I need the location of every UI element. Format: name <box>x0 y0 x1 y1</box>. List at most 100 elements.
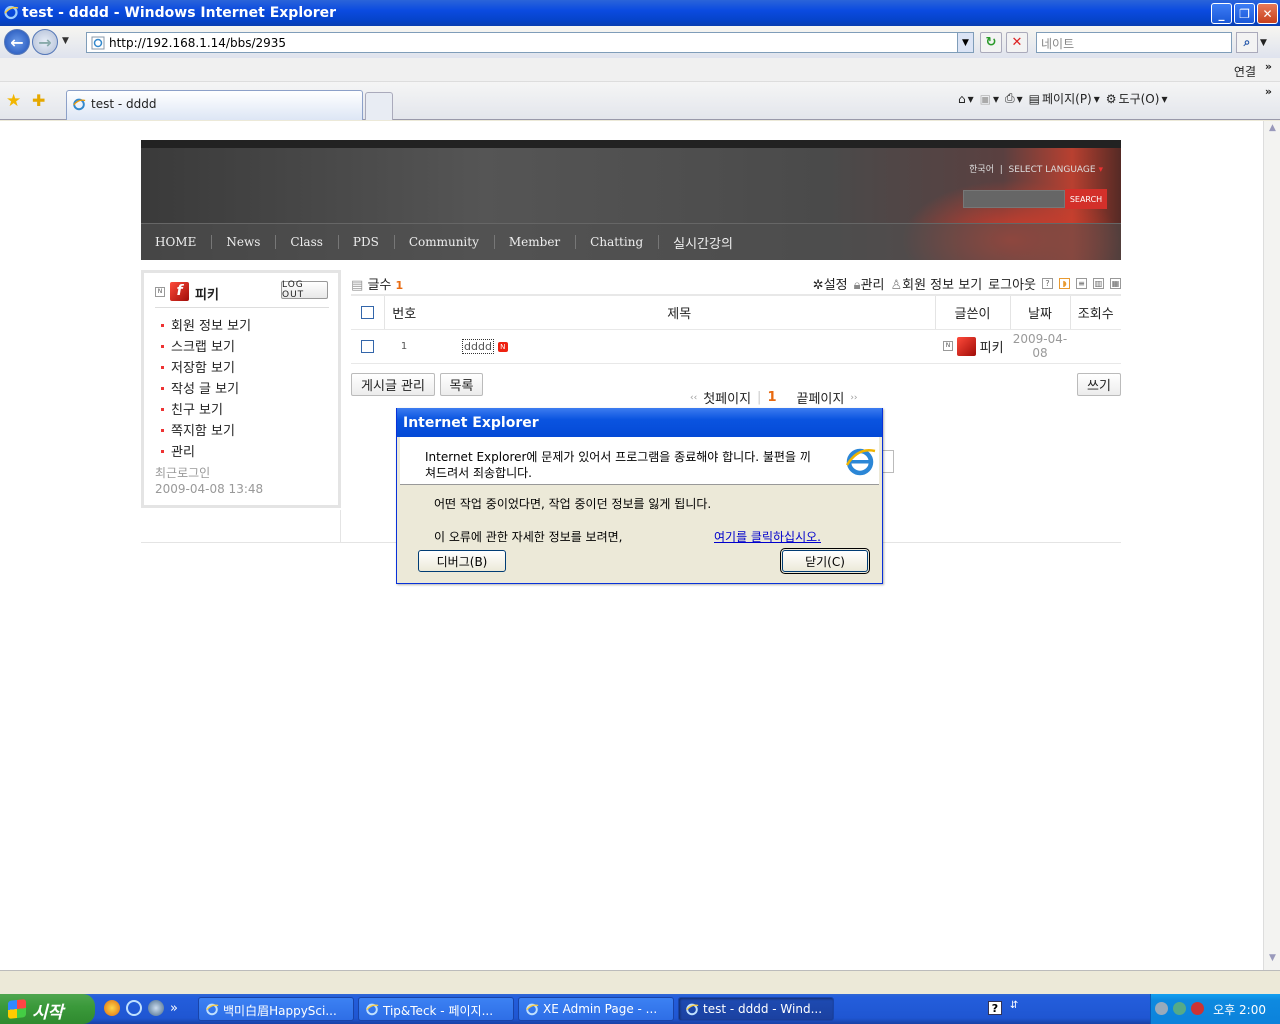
help-icon[interactable]: ? <box>1042 278 1053 289</box>
webzine-view-icon[interactable]: ▥ <box>1093 278 1104 289</box>
command-chevron-icon[interactable]: » <box>1265 85 1272 98</box>
settings-link[interactable]: ✲설정 <box>813 274 848 293</box>
tab-test-dddd[interactable]: test - dddd <box>66 90 363 120</box>
refresh-button[interactable]: ↻ <box>980 32 1002 53</box>
language-selector[interactable]: 한국어 | SELECT LANGUAGE ▾ <box>969 162 1103 175</box>
menu-scrap[interactable]: 스크랩 보기 <box>159 337 251 358</box>
forward-button[interactable]: → <box>32 29 58 55</box>
admin-link[interactable]: 🔒︎관리 <box>854 274 885 293</box>
nav-member[interactable]: Member <box>509 235 577 249</box>
admin-label: 관리 <box>860 278 885 293</box>
scroll-down-icon[interactable]: ▼ <box>1266 953 1279 966</box>
table-row[interactable]: 1 dddd N N 피키 2009-04-08 <box>351 329 1121 364</box>
board-table: 번호 제목 글쓴이 날짜 조회수 1 dddd N N 피키 2009-04-0… <box>351 294 1121 364</box>
last-page-link[interactable]: 끝페이지 <box>796 388 844 407</box>
list-view-icon[interactable]: ≡ <box>1076 278 1087 289</box>
firefox-icon[interactable] <box>104 1000 120 1016</box>
task-xe-admin[interactable]: XE Admin Page - ... <box>518 997 674 1021</box>
stop-button[interactable]: ✕ <box>1006 32 1028 53</box>
search-dropdown-icon[interactable]: ▼ <box>1260 38 1267 48</box>
task-happysci[interactable]: 백미白眉HappySci... <box>198 997 354 1021</box>
nav-pds[interactable]: PDS <box>353 235 395 249</box>
tools-menu[interactable]: ⚙ 도구(O) ▾ <box>1106 90 1168 107</box>
add-favorites-icon[interactable]: ✚ <box>32 91 45 110</box>
feeds-button[interactable]: ▣ ▾ <box>980 92 999 106</box>
help-tray-icon[interactable]: ? <box>988 1001 1002 1015</box>
address-dropdown-icon[interactable]: ▼ <box>957 33 973 52</box>
menu-admin[interactable]: 관리 <box>159 442 251 463</box>
window-titlebar[interactable]: test - dddd - Windows Internet Explorer … <box>0 0 1280 26</box>
page-icon <box>91 36 105 53</box>
start-label: 시작 <box>32 1003 64 1023</box>
dialog-message: Internet Explorer에 문제가 있어서 프로그램을 종료해야 합니… <box>425 450 811 480</box>
back-button[interactable]: ← <box>4 29 30 55</box>
post-title-link[interactable]: dddd <box>462 339 494 354</box>
links-label[interactable]: 연결 <box>1234 63 1256 80</box>
menu-messages[interactable]: 쪽지함 보기 <box>159 421 251 442</box>
quicklaunch-chevron-icon[interactable]: » <box>170 1001 178 1016</box>
page-menu-label: 페이지(P) <box>1042 92 1092 106</box>
dialog-title[interactable]: Internet Explorer <box>397 408 882 437</box>
task-tipteck[interactable]: Tip&Teck - 페이지... <box>358 997 514 1021</box>
nav-chatting[interactable]: Chatting <box>590 235 660 249</box>
menu-saved[interactable]: 저장함 보기 <box>159 358 251 379</box>
restore-button[interactable]: ❐ <box>1234 3 1255 24</box>
rss-feed-icon[interactable]: ◗ <box>1059 278 1070 289</box>
row-author-cell[interactable]: N 피키 <box>935 329 1010 364</box>
write-button[interactable]: 쓰기 <box>1077 373 1121 396</box>
board-tools: ✲설정 🔒︎관리 ♙회원 정보 보기 로그아웃 ? ◗ ≡ ▥ ▦ <box>813 274 1121 293</box>
ie-quicklaunch-icon[interactable] <box>126 1000 142 1016</box>
security-icon[interactable] <box>1191 1002 1204 1015</box>
links-chevron-icon[interactable]: » <box>1265 60 1272 73</box>
ie-logo-icon <box>3 4 19 24</box>
dialog-close-button[interactable]: 닫기(C) <box>780 548 870 574</box>
nav-class[interactable]: Class <box>290 235 339 249</box>
tray-expand-icon[interactable] <box>1155 1002 1168 1015</box>
new-tab-button[interactable] <box>365 92 393 120</box>
member-info-link[interactable]: ♙회원 정보 보기 <box>890 274 982 293</box>
minimize-button[interactable]: _ <box>1211 3 1232 24</box>
close-window-button[interactable]: ✕ <box>1257 3 1278 24</box>
new-badge-icon: N <box>497 341 508 352</box>
username[interactable]: 피키 <box>195 284 219 303</box>
search-button[interactable]: ⌕ <box>1236 32 1258 53</box>
nav-news[interactable]: News <box>226 235 277 249</box>
start-button[interactable]: 시작 <box>0 994 95 1024</box>
home-button[interactable]: ⌂ ▾ <box>958 92 974 106</box>
current-page[interactable]: 1 <box>767 390 776 405</box>
first-page-link[interactable]: 첫페이지 <box>703 388 751 407</box>
row-checkbox[interactable] <box>361 340 374 353</box>
vertical-scrollbar[interactable]: ▲ ▼ <box>1263 121 1280 970</box>
menu-friends[interactable]: 친구 보기 <box>159 400 251 421</box>
history-dropdown-icon[interactable]: ▼ <box>62 36 69 46</box>
board-header: ▤ 글수 1 ✲설정 🔒︎관리 ♙회원 정보 보기 로그아웃 ? ◗ ≡ ▥ ▦ <box>351 272 1121 293</box>
print-button[interactable]: ⎙ ▾ <box>1005 91 1023 106</box>
site-search-button[interactable]: SEARCH <box>1065 189 1107 209</box>
menu-member-info[interactable]: 회원 정보 보기 <box>159 316 251 337</box>
site-search-input[interactable] <box>963 190 1065 208</box>
manage-posts-button[interactable]: 게시글 관리 <box>351 373 435 396</box>
dialog-details-link[interactable]: 여기를 클릭하십시오. <box>714 528 821 545</box>
task-test-dddd[interactable]: test - dddd - Wind... <box>678 997 834 1021</box>
scroll-up-icon[interactable]: ▲ <box>1266 123 1279 136</box>
forward-arrow-icon: → <box>38 32 52 52</box>
network-icon[interactable] <box>1173 1002 1186 1015</box>
nav-home[interactable]: HOME <box>155 235 213 249</box>
ime-arrow-icon[interactable]: ⇵ <box>1010 1000 1018 1011</box>
menu-my-posts[interactable]: 작성 글 보기 <box>159 379 251 400</box>
logout-button[interactable]: LOG OUT <box>281 280 328 300</box>
list-button[interactable]: 목록 <box>440 373 483 396</box>
favorites-star-icon[interactable]: ★ <box>6 91 21 111</box>
clock[interactable]: 오후 2:00 <box>1213 1001 1266 1018</box>
nav-community[interactable]: Community <box>409 235 495 249</box>
gallery-view-icon[interactable]: ▦ <box>1110 278 1121 289</box>
page-menu[interactable]: ▤ 페이지(P) ▾ <box>1029 90 1100 107</box>
search-input[interactable]: 네이트 <box>1036 32 1232 53</box>
logout-link[interactable]: 로그아웃 <box>988 274 1036 293</box>
select-all-checkbox[interactable] <box>360 305 374 319</box>
feeds-dropdown-icon: ▾ <box>993 91 1000 106</box>
desktop-icon[interactable] <box>148 1000 164 1016</box>
debug-button[interactable]: 디버그(B) <box>418 550 506 572</box>
address-input[interactable]: http://192.168.1.14/bbs/2935 ▼ <box>86 32 974 53</box>
nav-live-lecture[interactable]: 실시간강의 <box>673 233 748 252</box>
